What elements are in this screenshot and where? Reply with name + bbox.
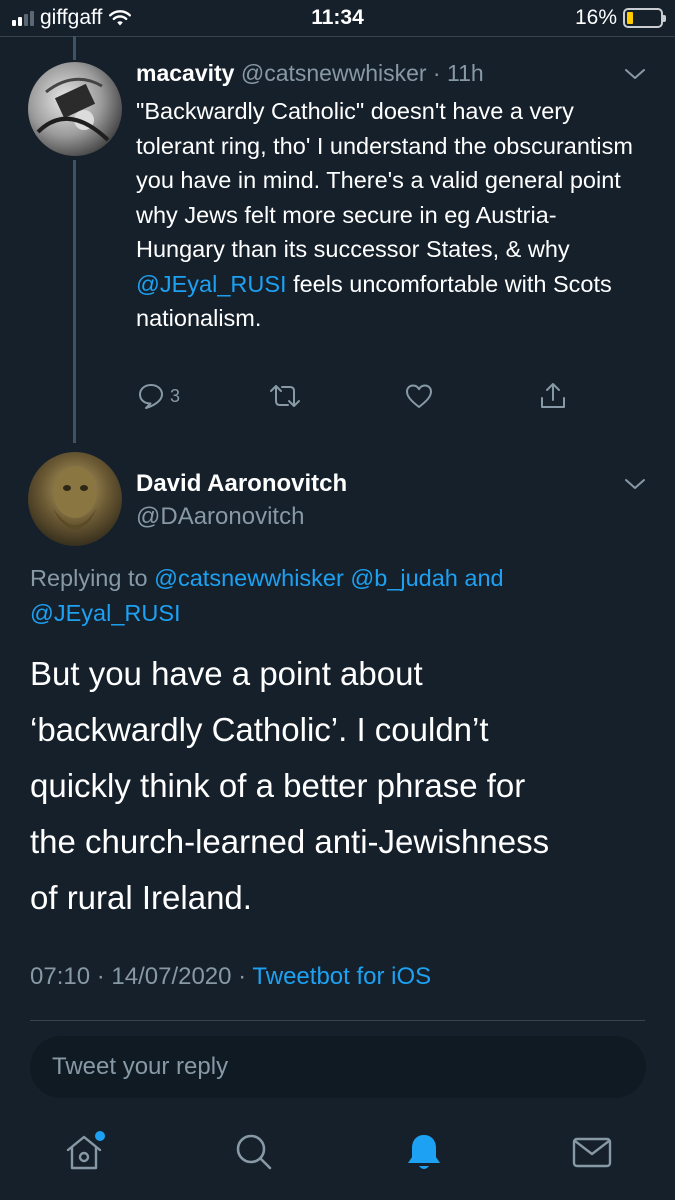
tweet-more-chevron-icon[interactable] bbox=[623, 472, 647, 496]
meta-divider bbox=[30, 1020, 645, 1021]
parent-avatar[interactable] bbox=[28, 62, 122, 156]
parent-tweet-text: "Backwardly Catholic" doesn't have a ver… bbox=[136, 94, 636, 336]
replying-to: Replying to @catsnewwhisker @b_judah and… bbox=[30, 561, 650, 630]
battery-percent: 16% bbox=[574, 6, 617, 29]
tweet-text: But you have a point about ‘backwardly C… bbox=[30, 655, 550, 916]
parent-avatar-image bbox=[36, 77, 110, 142]
author-name[interactable]: David Aaronovitch bbox=[136, 470, 347, 498]
reply-count: 3 bbox=[170, 385, 181, 406]
reply-composer[interactable] bbox=[30, 1036, 646, 1098]
share-button[interactable] bbox=[538, 381, 568, 411]
tweet-meta: 07:10 · 14/07/2020 · Tweetbot for iOS bbox=[30, 963, 431, 991]
messages-icon bbox=[572, 1137, 612, 1168]
tab-search[interactable] bbox=[232, 1130, 276, 1174]
share-icon bbox=[541, 383, 565, 408]
parent-tweet-actions: 3 bbox=[136, 381, 586, 417]
like-button[interactable] bbox=[404, 381, 434, 411]
reply-button[interactable]: 3 bbox=[136, 381, 180, 411]
parent-mention-link[interactable]: @JEyal_RUSI bbox=[136, 271, 287, 297]
retweet-button[interactable] bbox=[269, 381, 301, 411]
parent-tweet-age: 11h bbox=[447, 60, 484, 86]
replying-prefix: Replying to bbox=[30, 565, 155, 591]
like-icon bbox=[406, 384, 432, 408]
tweet-source-link[interactable]: Tweetbot for iOS bbox=[252, 963, 431, 990]
status-divider bbox=[0, 36, 675, 37]
battery-icon bbox=[623, 8, 666, 28]
retweet-icon bbox=[270, 385, 300, 407]
tab-notifications[interactable] bbox=[402, 1130, 446, 1174]
parent-author-name[interactable]: macavity bbox=[136, 60, 234, 86]
notifications-icon bbox=[408, 1135, 440, 1169]
tweet-detail-screen: giffgaff 11:34 16% macavity @catsnewwhis… bbox=[0, 0, 675, 1200]
author-avatar[interactable] bbox=[28, 452, 122, 546]
search-icon bbox=[236, 1134, 272, 1170]
tweet-timestamp: 07:10 · 14/07/2020 · bbox=[30, 963, 253, 990]
parent-text-part1: "Backwardly Catholic" doesn't have a ver… bbox=[136, 98, 633, 262]
parent-header-separator: · bbox=[426, 60, 447, 86]
author-avatar-image bbox=[53, 466, 97, 530]
reply-input[interactable] bbox=[30, 1036, 646, 1098]
tab-home[interactable] bbox=[62, 1130, 106, 1174]
parent-author-handle[interactable]: @catsnewwhisker bbox=[241, 60, 427, 86]
replying-to-mention[interactable]: @JEyal_RUSI bbox=[30, 600, 181, 626]
thread-line bbox=[73, 160, 76, 443]
tab-messages[interactable] bbox=[570, 1130, 614, 1174]
status-bar: giffgaff 11:34 16% bbox=[0, 0, 675, 36]
home-icon bbox=[66, 1131, 105, 1170]
replying-to-mention[interactable]: @b_judah bbox=[350, 565, 458, 591]
replying-to-mention[interactable]: @catsnewwhisker bbox=[154, 565, 344, 591]
status-time: 11:34 bbox=[311, 6, 364, 29]
parent-more-chevron-icon[interactable] bbox=[623, 62, 647, 86]
replying-and[interactable]: and bbox=[458, 565, 503, 591]
reply-icon bbox=[139, 384, 163, 409]
thread-line-upper bbox=[73, 36, 76, 60]
author-handle[interactable]: @DAaronovitch bbox=[136, 503, 304, 531]
tab-bar bbox=[0, 1130, 675, 1180]
parent-tweet-header: macavity @catsnewwhisker · 11h bbox=[136, 60, 484, 87]
status-right: 16% bbox=[574, 6, 666, 30]
